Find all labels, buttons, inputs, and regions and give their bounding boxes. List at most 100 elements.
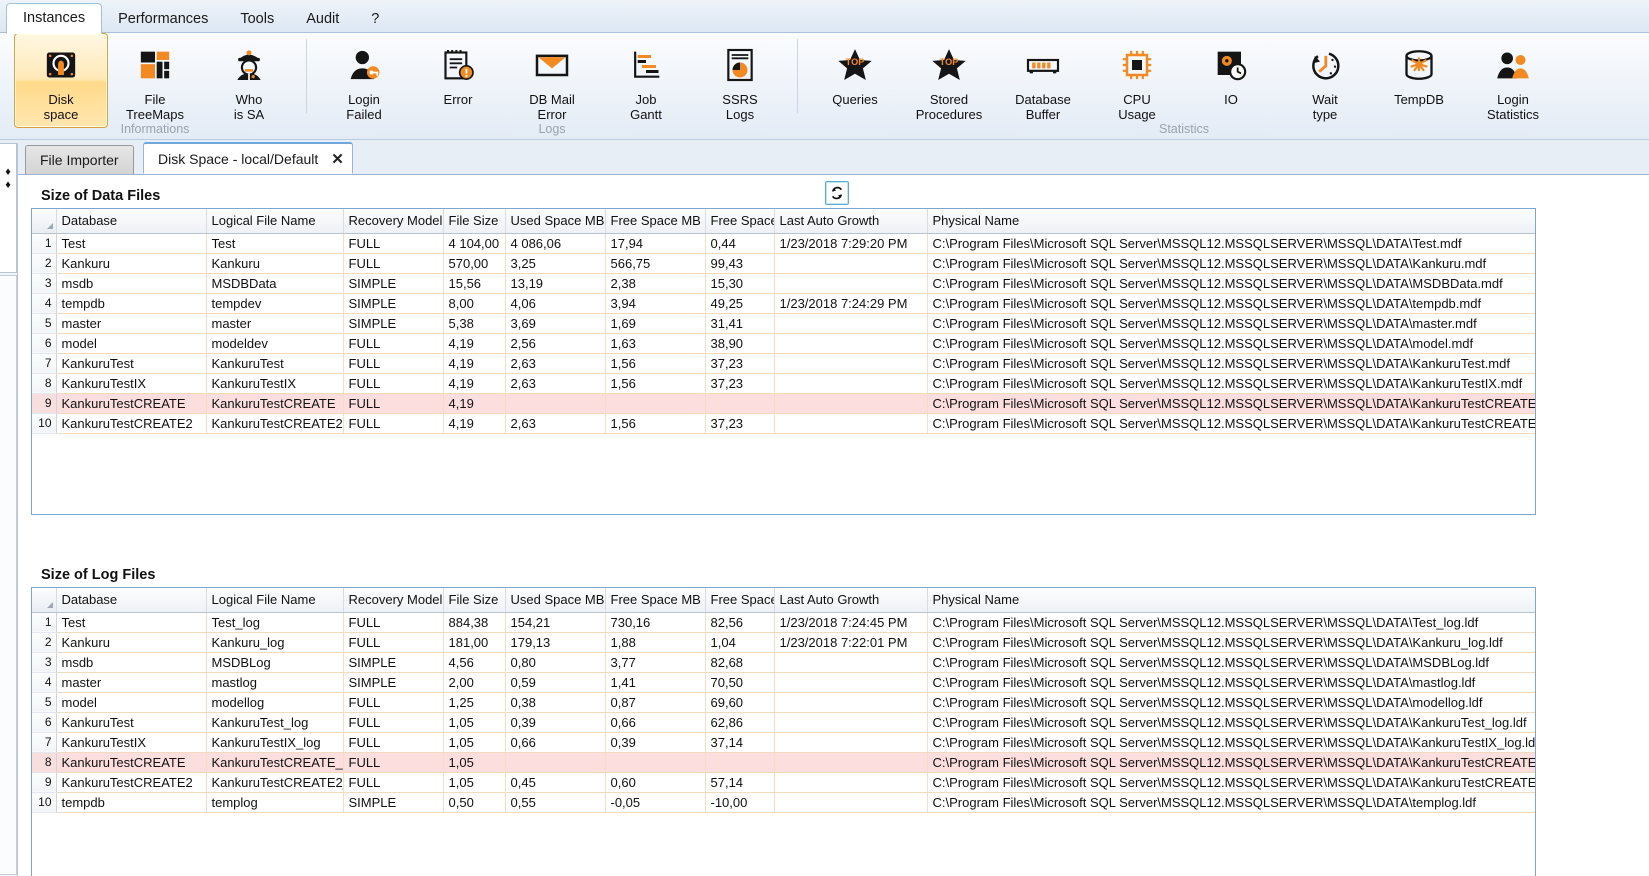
- table-cell[interactable]: C:\Program Files\Microsoft SQL Server\MS…: [927, 253, 1535, 274]
- ribbon-button-tempdb[interactable]: TempDB: [1372, 33, 1466, 128]
- table-cell[interactable]: [705, 752, 775, 773]
- table-cell[interactable]: 0,59: [505, 672, 606, 693]
- table-cell[interactable]: 37,23: [705, 373, 775, 394]
- table-cell[interactable]: 566,75: [605, 253, 706, 274]
- table-cell[interactable]: KankuruTestCREATE: [206, 393, 344, 414]
- table-cell[interactable]: 57,14: [705, 772, 775, 793]
- table-cell[interactable]: 1,63: [605, 333, 706, 354]
- ribbon-button-job-gantt[interactable]: Job Gantt: [599, 33, 693, 128]
- table-cell[interactable]: 3,25: [505, 253, 606, 274]
- column-header-last-auto-growth[interactable]: Last Auto Growth: [774, 588, 928, 613]
- column-header-free-space[interactable]: Free Space %: [705, 209, 775, 234]
- row-number[interactable]: 6: [32, 712, 57, 733]
- table-cell[interactable]: [774, 752, 928, 773]
- table-cell[interactable]: 1,25: [443, 692, 506, 713]
- table-cell[interactable]: [774, 313, 928, 334]
- close-icon[interactable]: ✕: [331, 150, 344, 168]
- table-cell[interactable]: [505, 752, 606, 773]
- table-cell[interactable]: 884,38: [443, 612, 506, 633]
- table-row[interactable]: 10 tempdb templog SIMPLE 0,50 0,55 -0,05 -10,00…: [32, 792, 1535, 813]
- table-cell[interactable]: KankuruTestCREATE: [56, 393, 207, 414]
- row-number[interactable]: 5: [32, 313, 57, 334]
- table-cell[interactable]: 4,19: [443, 353, 506, 374]
- select-all-corner-icon[interactable]: [32, 209, 57, 234]
- table-cell[interactable]: Test: [56, 233, 207, 254]
- table-cell[interactable]: 179,13: [505, 632, 606, 653]
- menu-tab-instances[interactable]: Instances: [6, 2, 103, 34]
- row-number[interactable]: 8: [32, 373, 57, 394]
- table-cell[interactable]: 1,56: [605, 413, 706, 434]
- table-cell[interactable]: KankuruTestIX: [56, 732, 207, 753]
- table-cell[interactable]: KankuruTestCREATE2_log: [206, 772, 344, 793]
- table-cell[interactable]: C:\Program Files\Microsoft SQL Server\MS…: [927, 772, 1535, 793]
- row-number[interactable]: 4: [32, 672, 57, 693]
- menu-tab-[interactable]: ?: [355, 6, 395, 34]
- table-cell[interactable]: KankuruTestIX: [56, 373, 207, 394]
- table-row[interactable]: 5 model modellog FULL 1,25 0,38 0,87 69,60 C:\Pr…: [32, 692, 1535, 713]
- ribbon-button-stored-procedures[interactable]: TOP Stored Procedures: [902, 33, 996, 128]
- table-cell[interactable]: 13,19: [505, 273, 606, 294]
- table-row[interactable]: 9KankuruTestCREATE2KankuruTestCREATE2_lo…: [32, 772, 1535, 793]
- table-cell[interactable]: FULL: [343, 253, 444, 274]
- table-cell[interactable]: 4,19: [443, 413, 506, 434]
- column-header-file-size[interactable]: File Size: [443, 209, 506, 234]
- row-number[interactable]: 2: [32, 632, 57, 653]
- table-cell[interactable]: 1/23/2018 7:22:01 PM: [774, 632, 928, 653]
- table-row[interactable]: 2 Kankuru Kankuru FULL 570,00 3,25 566,75 99,43…: [32, 253, 1535, 274]
- table-cell[interactable]: 62,86: [705, 712, 775, 733]
- table-row[interactable]: 8 KankuruTestIX KankuruTestIX FULL 4,19 2,63 1…: [32, 373, 1535, 394]
- ribbon-button-who-is-sa[interactable]: Who is SA: [202, 33, 296, 128]
- table-cell[interactable]: KankuruTestCREATE: [56, 752, 207, 773]
- table-cell[interactable]: [705, 393, 775, 414]
- table-cell[interactable]: C:\Program Files\Microsoft SQL Server\MS…: [927, 393, 1535, 414]
- table-row[interactable]: 9 KankuruTestCREATE KankuruTestCREATE FULL 4…: [32, 393, 1535, 414]
- table-cell[interactable]: MSDBData: [206, 273, 344, 294]
- table-cell[interactable]: C:\Program Files\Microsoft SQL Server\MS…: [927, 373, 1535, 394]
- table-cell[interactable]: 4,19: [443, 333, 506, 354]
- table-cell[interactable]: 0,80: [505, 652, 606, 673]
- table-cell[interactable]: KankuruTest: [206, 353, 344, 374]
- table-cell[interactable]: SIMPLE: [343, 273, 444, 294]
- table-cell[interactable]: msdb: [56, 652, 207, 673]
- table-cell[interactable]: 37,14: [705, 732, 775, 753]
- ribbon-button-io[interactable]: IO: [1184, 33, 1278, 128]
- table-cell[interactable]: 3,69: [505, 313, 606, 334]
- column-header-physical-name[interactable]: Physical Name: [927, 588, 1535, 613]
- table-cell[interactable]: [605, 393, 706, 414]
- table-cell[interactable]: KankuruTest: [56, 712, 207, 733]
- table-cell[interactable]: FULL: [343, 772, 444, 793]
- table-cell[interactable]: 0,45: [505, 772, 606, 793]
- log-files-grid[interactable]: Database Logical File Name Recovery Model F…: [31, 587, 1536, 876]
- table-cell[interactable]: 4,19: [443, 373, 506, 394]
- table-cell[interactable]: 17,94: [605, 233, 706, 254]
- table-row[interactable]: 3 msdb MSDBLog SIMPLE 4,56 0,80 3,77 82,68 C:\Pr…: [32, 652, 1535, 673]
- table-cell[interactable]: 3,94: [605, 293, 706, 314]
- table-cell[interactable]: KankuruTestCREATE2: [56, 413, 207, 434]
- table-cell[interactable]: tempdev: [206, 293, 344, 314]
- column-header-logical-file-name[interactable]: Logical File Name: [206, 588, 344, 613]
- table-cell[interactable]: 1,05: [443, 752, 506, 773]
- table-cell[interactable]: [774, 672, 928, 693]
- table-cell[interactable]: 2,63: [505, 353, 606, 374]
- table-cell[interactable]: C:\Program Files\Microsoft SQL Server\MS…: [927, 792, 1535, 813]
- table-cell[interactable]: Kankuru: [56, 253, 207, 274]
- table-cell[interactable]: 37,23: [705, 353, 775, 374]
- table-cell[interactable]: FULL: [343, 752, 444, 773]
- ribbon-button-cpu-usage[interactable]: CPU Usage: [1090, 33, 1184, 128]
- table-cell[interactable]: C:\Program Files\Microsoft SQL Server\MS…: [927, 712, 1535, 733]
- table-cell[interactable]: 49,25: [705, 293, 775, 314]
- column-header-database[interactable]: Database: [56, 588, 207, 613]
- table-cell[interactable]: [774, 792, 928, 813]
- table-cell[interactable]: Kankuru: [56, 632, 207, 653]
- column-header-used-space-mb[interactable]: Used Space MB: [505, 209, 606, 234]
- table-cell[interactable]: 1,04: [705, 632, 775, 653]
- table-cell[interactable]: KankuruTestIX: [206, 373, 344, 394]
- table-cell[interactable]: [774, 253, 928, 274]
- table-row[interactable]: 6 KankuruTest KankuruTest_log FULL 1,05 0,39 0…: [32, 712, 1535, 733]
- left-panel-collapsed-box[interactable]: ♦ ♦: [0, 143, 17, 273]
- ribbon-button-db-mail-error[interactable]: DB Mail Error: [505, 33, 599, 128]
- row-number[interactable]: 10: [32, 792, 57, 813]
- table-cell[interactable]: 15,30: [705, 273, 775, 294]
- table-cell[interactable]: Kankuru: [206, 253, 344, 274]
- table-cell[interactable]: 1/23/2018 7:29:20 PM: [774, 233, 928, 254]
